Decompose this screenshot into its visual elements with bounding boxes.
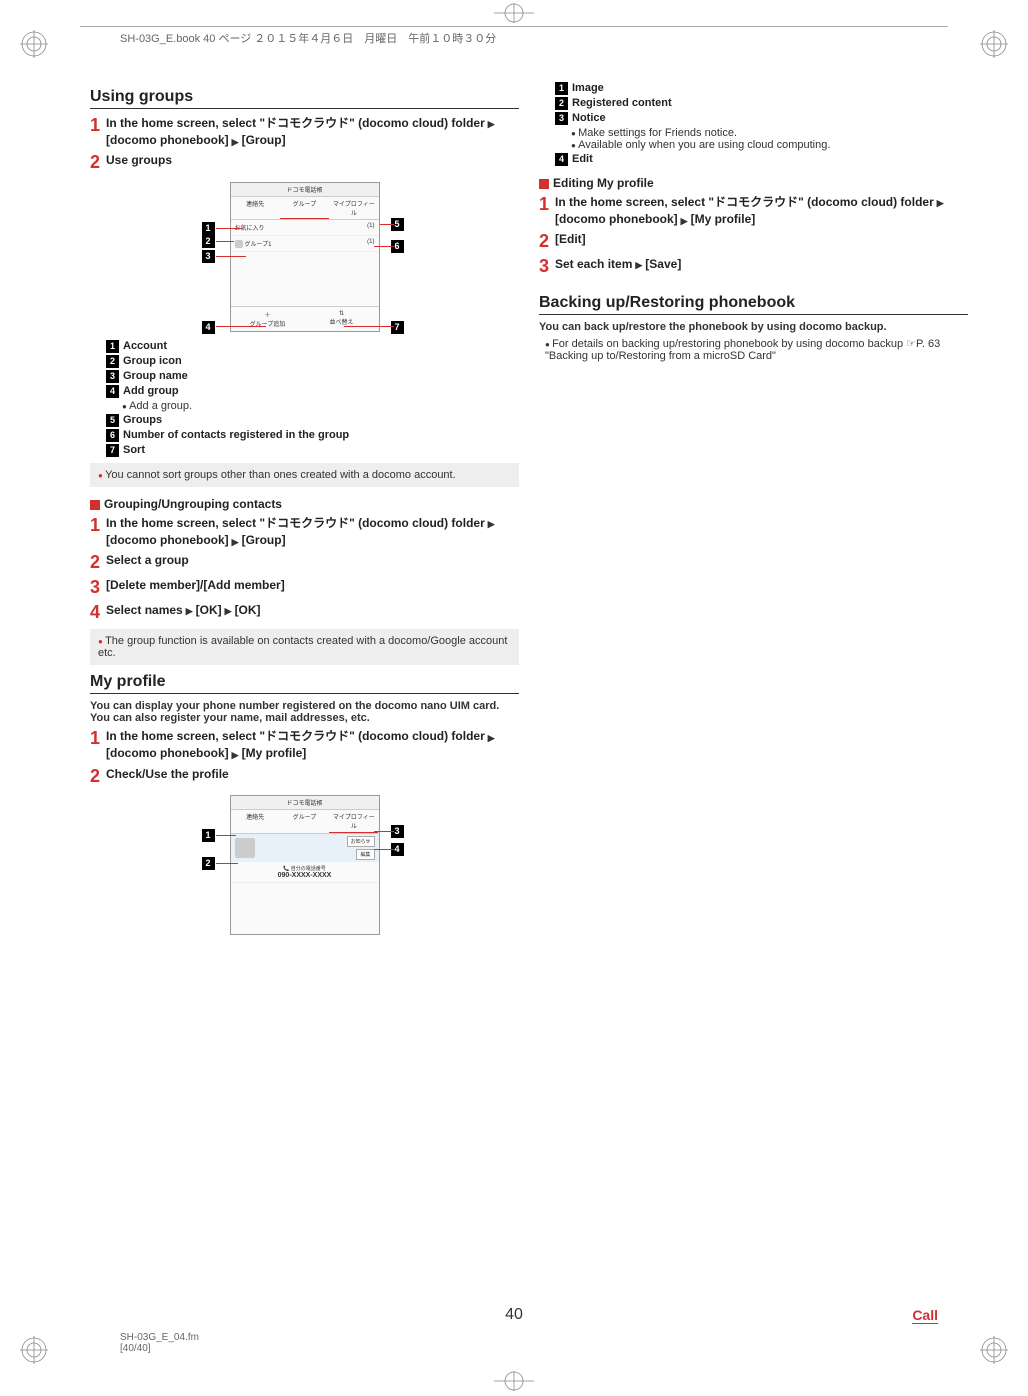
chevron-right-icon	[222, 602, 235, 619]
g-step-2: 2Select a group	[90, 552, 519, 574]
avatar-icon	[235, 838, 255, 858]
registration-mark-icon	[494, 1369, 534, 1393]
section-backup: Backing up/Restoring phonebook	[539, 294, 968, 315]
square-bullet-icon	[539, 179, 549, 189]
backup-detail: For details on backing up/restoring phon…	[545, 337, 968, 362]
registration-mark-icon	[980, 30, 1008, 58]
callout-4: 4	[202, 321, 219, 334]
legend-group-icon: 2Group icon	[106, 355, 519, 368]
header-rule	[80, 26, 948, 27]
right-column: 1Image 2Registered content 3Notice Make …	[539, 80, 968, 943]
note-group-function: The group function is available on conta…	[90, 629, 519, 665]
chevron-right-icon	[485, 729, 498, 746]
g-step-4: 4 Select names[OK][OK]	[90, 602, 519, 624]
sub-grouping: Grouping/Ungrouping contacts	[90, 497, 519, 511]
legend-contact-count: 6Number of contacts registered in the gr…	[106, 429, 519, 442]
legend-add-group: 4Add group	[106, 385, 519, 398]
chevron-right-icon	[229, 133, 242, 150]
backup-desc: You can back up/restore the phonebook by…	[539, 321, 968, 333]
figure-my-profile: ドコモ電話帳 連絡先 グループ マイプロフィール お知らせ 編集 📞 自分の電話…	[90, 795, 519, 935]
chevron-right-icon	[934, 194, 947, 211]
sub-editing-profile: Editing My profile	[539, 176, 968, 190]
g-step-1: 1 In the home screen, select "ドコモクラウド" (…	[90, 515, 519, 549]
legend-sort: 7Sort	[106, 444, 519, 457]
legend-group-name: 3Group name	[106, 370, 519, 383]
mp-step-1: 1 In the home screen, select "ドコモクラウド" (…	[90, 728, 519, 762]
legend-groups: 5Groups	[106, 414, 519, 427]
section-my-profile: My profile	[90, 673, 519, 694]
rlegend-notice: 3Notice	[555, 112, 968, 125]
e-step-1: 1 In the home screen, select "ドコモクラウド" (…	[539, 194, 968, 228]
print-header: SH-03G_E.book 40 ページ ２０１５年４月６日 月曜日 午前１０時…	[120, 30, 496, 46]
rlegend-edit: 4Edit	[555, 153, 968, 166]
registration-mark-icon	[494, 1, 534, 25]
registration-mark-icon	[20, 1336, 48, 1364]
left-column: Using groups 1 In the home screen, selec…	[90, 80, 519, 943]
chevron-right-icon	[485, 515, 498, 532]
chevron-right-icon	[229, 746, 242, 763]
chevron-right-icon	[485, 115, 498, 132]
g-step-3: 3[Delete member]/[Add member]	[90, 577, 519, 599]
chevron-right-icon	[632, 256, 645, 273]
legend-account: 1Account	[106, 340, 519, 353]
phone-screenshot: ドコモ電話帳 連絡先 グループ マイプロフィール お気に入り(1) グループ1(…	[230, 182, 380, 332]
step-2: 2 Use groups	[90, 152, 519, 174]
footer-call-link[interactable]: Call	[912, 1307, 938, 1324]
registration-mark-icon	[20, 30, 48, 58]
chevron-right-icon	[678, 212, 691, 229]
footer-filename: SH-03G_E_04.fm [40/40]	[120, 1332, 199, 1354]
callout-7: 7	[391, 321, 408, 334]
e-step-3: 3 Set each item[Save]	[539, 256, 968, 278]
chevron-right-icon	[229, 533, 242, 550]
figure-groups: ドコモ電話帳 連絡先 グループ マイプロフィール お気に入り(1) グループ1(…	[90, 182, 519, 332]
phone-screenshot: ドコモ電話帳 連絡先 グループ マイプロフィール お知らせ 編集 📞 自分の電話…	[230, 795, 380, 935]
registration-mark-icon	[980, 1336, 1008, 1364]
rlegend-registered: 2Registered content	[555, 97, 968, 110]
note-sort: You cannot sort groups other than ones c…	[90, 463, 519, 487]
section-using-groups: Using groups	[90, 88, 519, 109]
step-1: 1 In the home screen, select "ドコモクラウド" (…	[90, 115, 519, 149]
mp-step-2: 2Check/Use the profile	[90, 766, 519, 788]
my-profile-desc: You can display your phone number regist…	[90, 700, 519, 724]
page-number: 40	[505, 1306, 523, 1324]
rlegend-image: 1Image	[555, 82, 968, 95]
chevron-right-icon	[183, 602, 196, 619]
square-bullet-icon	[90, 500, 100, 510]
e-step-2: 2[Edit]	[539, 231, 968, 253]
group-icon	[235, 240, 243, 248]
